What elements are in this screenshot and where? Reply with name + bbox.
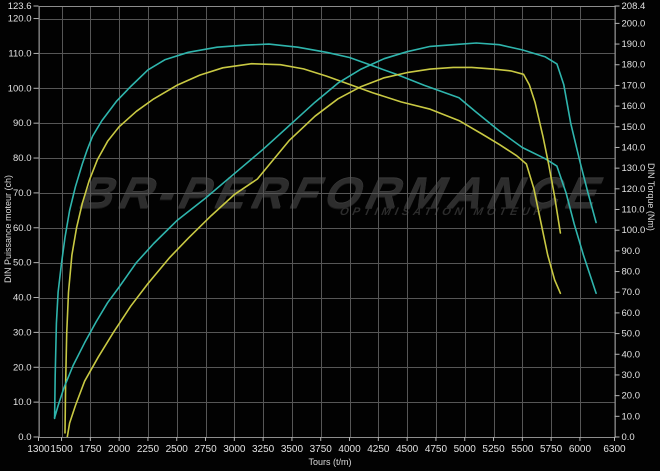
series-power-after [55,43,597,418]
tick-label: 70.0 [13,188,32,199]
tick-label: 180.0 [622,60,646,71]
tick-label: 3500 [281,444,304,455]
tick-label: 4250 [367,444,390,455]
tick-label: 4750 [425,444,448,455]
curve-torque-after [55,44,597,418]
tick-label: 2250 [137,444,160,455]
tick-label: 110.0 [622,205,645,216]
tick-label: 50.0 [622,329,641,340]
tick-label: 5250 [482,444,505,455]
tick-label: 60.0 [622,308,641,319]
tick-label: 6300 [603,444,626,455]
x-ticks: 13001500 1750 2000 2250 2500 2750 3000 3250 3500… [27,437,626,455]
tick-label: 1750 [79,444,102,455]
tick-label: 3000 [223,444,246,455]
tick-label: 120.0 [8,14,32,25]
tick-label: 120.0 [622,184,646,195]
tick-label: 50.0 [13,258,32,269]
tick-label: 110.0 [8,48,31,59]
tick-label: 1500 [50,444,73,455]
dyno-chart: 123.6 120.0 110.0 100.0 90.0 80.0 70.0 60.0 50.0… [0,0,660,471]
series-torque-after [55,44,597,418]
tick-label: 123.6 [8,1,32,12]
tick-label: 5750 [540,444,563,455]
tick-label: 100.0 [8,83,32,94]
tick-label: 170.0 [622,80,646,91]
curve-power-after [55,43,597,418]
tick-label: 3750 [310,444,333,455]
tick-label: 90.0 [622,246,641,257]
tick-label: 208.4 [622,1,646,12]
tick-label: 2500 [166,444,189,455]
tick-label: 0.0 [622,432,635,443]
y-right-ticks: 208.4 200.0 190.0 180.0 170.0 160.0 150.0 140.0… [615,1,646,443]
tick-label: 20.0 [622,391,641,402]
tick-label: 30.0 [622,370,641,381]
tick-label: 4000 [338,444,361,455]
plot-border [39,7,615,438]
tick-label: 10.0 [13,397,32,408]
tick-label: 3250 [252,444,275,455]
tick-label: 100.0 [622,225,646,236]
series-power-before [67,67,560,437]
curve-power-before [67,67,560,437]
tick-label: 30.0 [13,327,32,338]
tick-label: 4500 [396,444,419,455]
tick-label: 80.0 [622,267,641,278]
tick-label: 90.0 [13,118,32,129]
tick-label: 2000 [108,444,131,455]
tick-label: 1300 [27,444,50,455]
tick-label: 60.0 [13,223,32,234]
tick-label: 2750 [194,444,217,455]
tick-label: 5000 [454,444,477,455]
tick-label: 40.0 [13,293,32,304]
plot-frame [39,7,615,438]
grid-lines [39,6,616,438]
x-axis-title: Tours (t/m) [0,457,660,467]
tick-label: 80.0 [13,153,32,164]
tick-label: 6000 [569,444,592,455]
tick-label: 5500 [511,444,534,455]
y-left-axis-title: DIN Puissance moteur (ch) [3,175,13,283]
tick-label: 200.0 [622,18,646,29]
dyno-chart-figure: BR-Performance optimisation moteur 123.6… [0,0,660,471]
tick-label: 40.0 [622,349,641,360]
y-right-axis-title: DIN Torque (Nm) [646,163,656,231]
tick-label: 190.0 [622,39,646,50]
tick-label: 10.0 [622,411,641,422]
tick-label: 0.0 [18,432,31,443]
tick-label: 70.0 [622,287,641,298]
tick-label: 140.0 [622,142,646,153]
tick-label: 130.0 [622,163,646,174]
tick-label: 20.0 [13,362,32,373]
tick-label: 160.0 [622,101,646,112]
tick-label: 150.0 [622,122,646,133]
